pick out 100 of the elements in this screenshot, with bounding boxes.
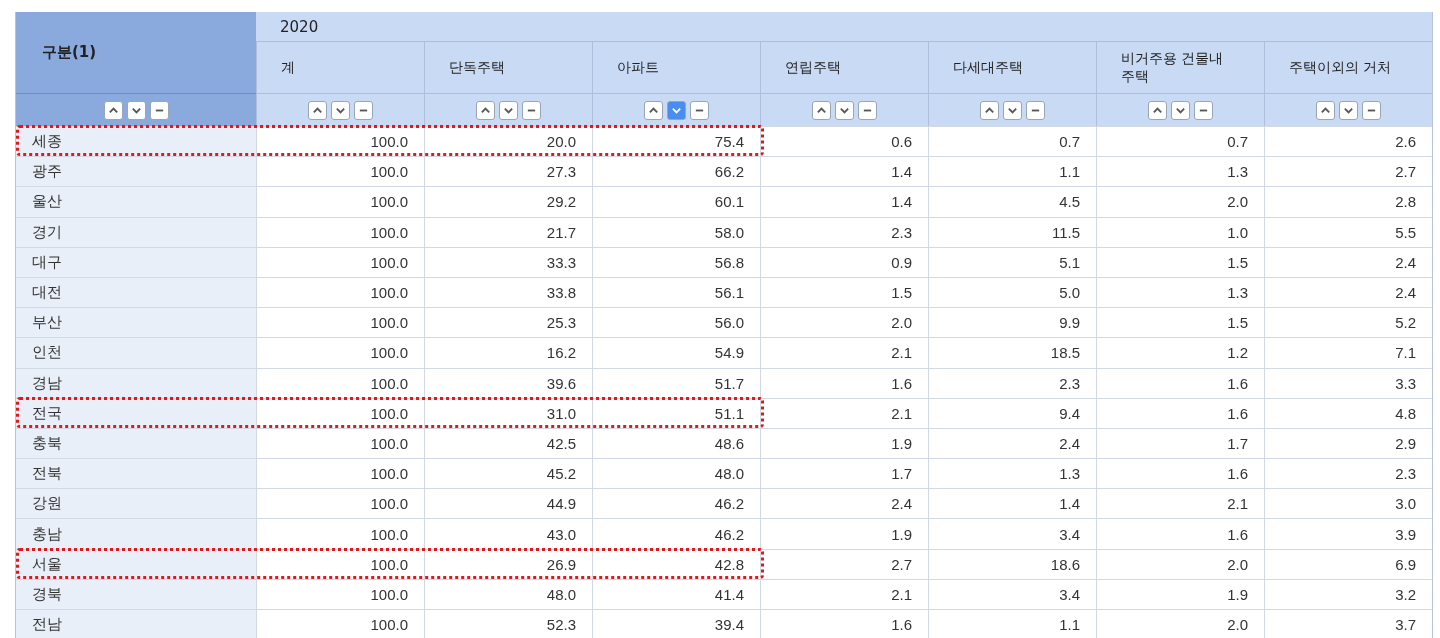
- sort-ascending-button[interactable]: [812, 100, 831, 120]
- table-cell: 1.3: [1096, 277, 1264, 308]
- table-cell: 1.6: [760, 368, 928, 398]
- row-header-cell: 전국: [16, 398, 256, 428]
- table-cell: 46.2: [592, 519, 760, 549]
- sort-descending-button[interactable]: [499, 100, 518, 120]
- table-cell: 2.1: [1096, 489, 1264, 519]
- table-cell: 27.3: [424, 157, 592, 187]
- row-header-cell: 대구: [16, 247, 256, 277]
- table-cell: 2.4: [760, 489, 928, 519]
- table-cell: 2.4: [1264, 247, 1432, 277]
- table-cell: 33.8: [424, 277, 592, 308]
- table-cell: 2.7: [1264, 157, 1432, 187]
- chevron-up-icon: [816, 104, 827, 116]
- sort-descending-button[interactable]: [835, 100, 854, 120]
- table-cell: 2.4: [928, 428, 1096, 459]
- table-cell: 20.0: [424, 127, 592, 157]
- table-cell: 1.6: [760, 610, 928, 638]
- column-header: 비거주용 건물내 주택: [1096, 42, 1264, 94]
- table-cell: 2.0: [760, 308, 928, 338]
- table-cell: 9.4: [928, 398, 1096, 428]
- row-header-cell: 강원: [16, 489, 256, 519]
- table-cell: 1.4: [760, 157, 928, 187]
- table-cell: 2.1: [760, 579, 928, 609]
- sort-ascending-button[interactable]: [1148, 100, 1167, 120]
- sort-ascending-button[interactable]: [644, 100, 663, 120]
- table-cell: 1.2: [1096, 338, 1264, 368]
- table-cell: 1.0: [1096, 217, 1264, 247]
- table-cell: 41.4: [592, 579, 760, 609]
- table-cell: 2.7: [760, 549, 928, 579]
- table-cell: 2.3: [928, 368, 1096, 398]
- row-header-cell: 충북: [16, 428, 256, 459]
- sort-ascending-button[interactable]: [476, 100, 495, 120]
- table-cell: 1.9: [760, 519, 928, 549]
- table-cell: 5.0: [928, 277, 1096, 308]
- table-cell: 2.3: [1264, 459, 1432, 489]
- table-cell: 1.7: [1096, 428, 1264, 459]
- row-header-cell: 경북: [16, 579, 256, 609]
- sort-ascending-button[interactable]: [308, 100, 327, 120]
- table-cell: 100.0: [256, 338, 424, 368]
- table-cell: 21.7: [424, 217, 592, 247]
- table-cell: 39.4: [592, 610, 760, 638]
- table-cell: 39.6: [424, 368, 592, 398]
- table-cell: 16.2: [424, 338, 592, 368]
- table-cell: 3.3: [1264, 368, 1432, 398]
- row-header-cell: 경기: [16, 217, 256, 247]
- table-cell: 100.0: [256, 368, 424, 398]
- column-header: 주택이외의 거처: [1264, 42, 1432, 94]
- table-cell: 1.5: [760, 277, 928, 308]
- column-header: 연립주택: [760, 42, 928, 94]
- table-cell: 1.9: [760, 428, 928, 459]
- row-header-cell: 경남: [16, 368, 256, 398]
- table-cell: 58.0: [592, 217, 760, 247]
- table-cell: 100.0: [256, 459, 424, 489]
- column-header: 아파트: [592, 42, 760, 94]
- sort-descending-button[interactable]: [1171, 100, 1190, 120]
- table-cell: 48.0: [592, 459, 760, 489]
- table-cell: 33.3: [424, 247, 592, 277]
- sort-descending-button[interactable]: [331, 100, 350, 120]
- table-cell: 3.4: [928, 579, 1096, 609]
- table-cell: 4.5: [928, 187, 1096, 217]
- table-cell: 26.9: [424, 549, 592, 579]
- table-cell: 1.7: [760, 459, 928, 489]
- row-header-cell: 대전: [16, 277, 256, 308]
- row-header-cell: 충남: [16, 519, 256, 549]
- table-cell: 31.0: [424, 398, 592, 428]
- table-cell: 6.9: [1264, 549, 1432, 579]
- table-cell: 0.7: [928, 127, 1096, 157]
- table-cell: 1.1: [928, 157, 1096, 187]
- table-cell: 1.6: [1096, 368, 1264, 398]
- table-cell: 56.1: [592, 277, 760, 308]
- table-cell: 44.9: [424, 489, 592, 519]
- table-cell: 100.0: [256, 579, 424, 609]
- table-cell: 100.0: [256, 277, 424, 308]
- group-header: 2020: [256, 12, 1432, 42]
- table-cell: 56.0: [592, 308, 760, 338]
- sort-descending-button[interactable]: [1003, 100, 1022, 120]
- table-cell: 2.0: [1096, 187, 1264, 217]
- sort-ascending-button[interactable]: [1316, 100, 1335, 120]
- table-cell: 3.4: [928, 519, 1096, 549]
- table-cell: 4.8: [1264, 398, 1432, 428]
- table-cell: 48.6: [592, 428, 760, 459]
- row-header-cell: 세종: [16, 127, 256, 157]
- table-cell: 56.8: [592, 247, 760, 277]
- table-cell: 1.6: [1096, 519, 1264, 549]
- sort-descending-button[interactable]: [126, 100, 146, 120]
- table-cell: 2.9: [1264, 428, 1432, 459]
- column-header: 단독주택: [424, 42, 592, 94]
- table-cell: 1.4: [928, 489, 1096, 519]
- sort-descending-button[interactable]: [1339, 100, 1358, 120]
- table-cell: 1.4: [760, 187, 928, 217]
- sort-ascending-button[interactable]: [103, 100, 123, 120]
- sort-descending-button[interactable]: [667, 100, 686, 120]
- sort-ascending-button[interactable]: [980, 100, 999, 120]
- table-cell: 29.2: [424, 187, 592, 217]
- table-cell: 42.8: [592, 549, 760, 579]
- table-cell: 2.1: [760, 338, 928, 368]
- chevron-up-icon: [107, 104, 119, 116]
- table-cell: 2.8: [1264, 187, 1432, 217]
- table-cell: 100.0: [256, 308, 424, 338]
